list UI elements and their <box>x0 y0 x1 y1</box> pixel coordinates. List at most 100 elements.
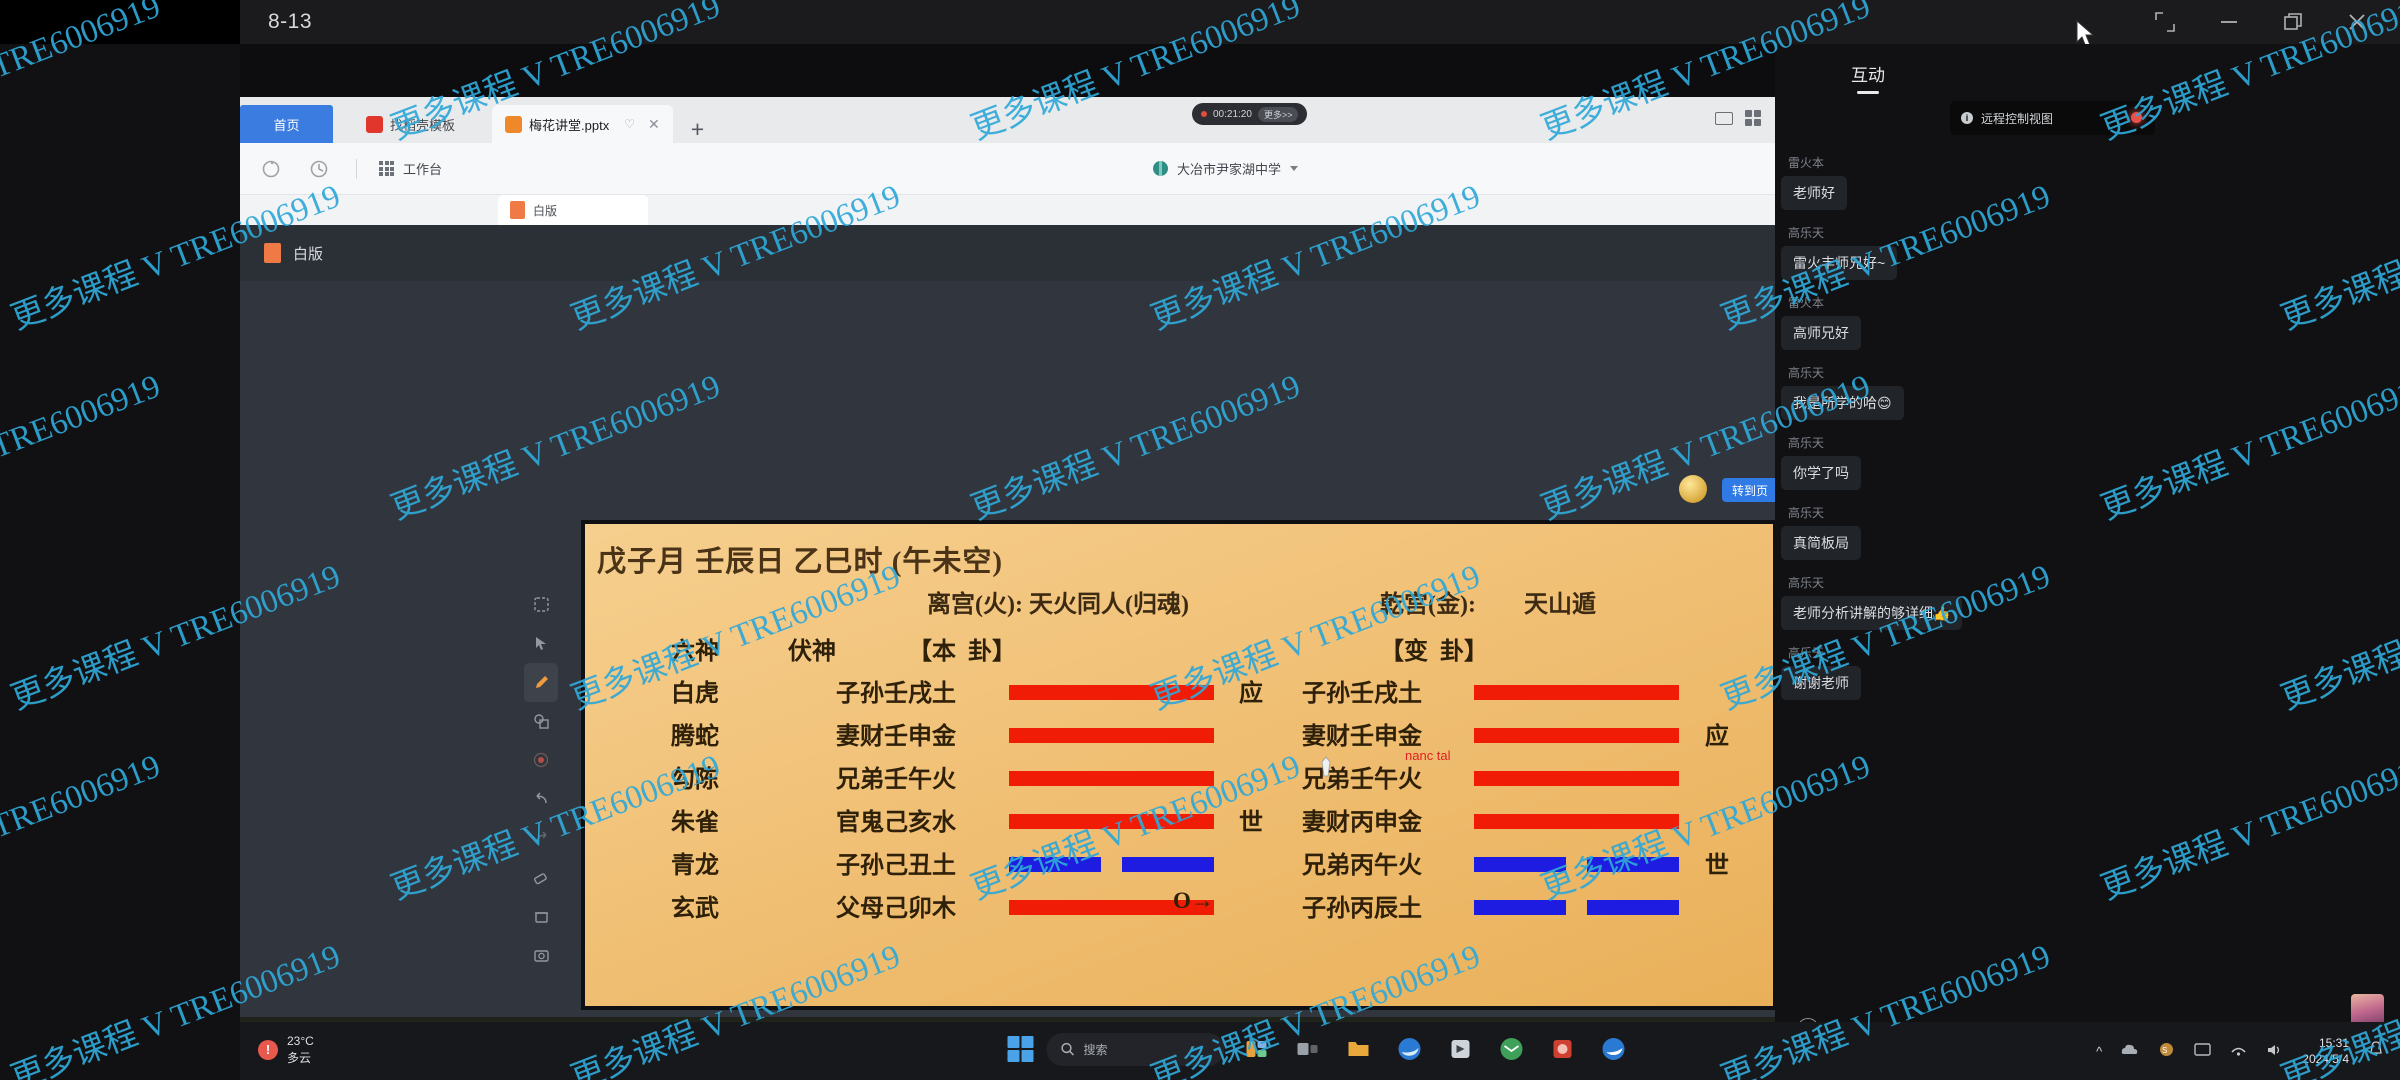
split-view-icon[interactable] <box>1715 111 1733 125</box>
media-icon[interactable] <box>1544 1030 1582 1068</box>
pen-tool-icon[interactable] <box>524 663 558 702</box>
tab-interaction[interactable]: 互动 <box>1851 61 1885 94</box>
chat-message: 高乐天 谢谢老师 <box>1775 644 2400 700</box>
screenshot-icon[interactable] <box>2194 1042 2211 1060</box>
host-clock-time: 15:31 <box>2318 1035 2349 1050</box>
chat-bubble[interactable]: 老师好 <box>1781 176 1847 210</box>
tab-home-label: 首页 <box>273 117 300 133</box>
account-name: 大冶市尹家湖中学 <box>1177 162 1282 177</box>
ink-annotation-text: nanc tal <box>1405 748 1451 763</box>
goto-page-button[interactable]: 转到页 <box>1722 478 1775 502</box>
delete-icon[interactable] <box>524 897 558 936</box>
screenshot-tool-icon[interactable] <box>524 936 558 975</box>
edge-icon[interactable] <box>1391 1030 1429 1068</box>
chat-message-list[interactable]: 雷火本 老师好 高乐天 雷火丰师兄好~ 雷火本 高师兄好 高乐天 我是所学的哈😊… <box>1775 154 2400 992</box>
host-clock[interactable]: 15:31 2024/5/4 <box>2302 1035 2349 1067</box>
remote-control-label: 远程控制视图 <box>1981 111 2054 126</box>
weather-desc: 多云 <box>287 1050 312 1065</box>
store-icon[interactable] <box>1442 1030 1480 1068</box>
original-yao-name-cell: 兄弟壬午火 <box>836 767 956 793</box>
screen-share-viewport[interactable]: 首页 找稻壳模板 梅花讲堂.pptx ♡ ✕ + 00:21:20 更多>> 工… <box>240 44 1775 1029</box>
undo-icon[interactable] <box>524 780 558 819</box>
table-row[interactable]: 青龙 子孙己丑土 兄弟丙午火 世 <box>585 841 1773 884</box>
search-box[interactable]: 搜索 <box>1046 1032 1225 1066</box>
chevron-down-icon <box>1290 166 1299 171</box>
recording-more-button[interactable]: 更多>> <box>1257 106 1299 122</box>
weather-widget[interactable]: ! 23°C 多云 <box>258 1033 314 1067</box>
chat-bubble[interactable]: 高师兄好 <box>1781 316 1861 350</box>
chat-message: 雷火本 老师好 <box>1775 154 2400 210</box>
table-row[interactable]: 白虎 子孙壬戌土 应 子孙壬戌土 <box>585 669 1773 712</box>
original-yao-name-cell: 子孙壬戌土 <box>836 681 956 707</box>
grid-view-icon[interactable] <box>1745 110 1761 126</box>
yang-line-icon <box>1474 728 1679 743</box>
table-row[interactable]: 勾陈 兄弟壬午火 兄弟壬午火 <box>585 755 1773 798</box>
document-subtab[interactable]: 白版 <box>498 195 648 225</box>
restore-icon[interactable] <box>2280 9 2306 35</box>
chat-bubble[interactable]: 雷火丰师兄好~ <box>1781 246 1898 280</box>
remote-control-view-button[interactable]: i 远程控制视图 <box>1950 101 2155 135</box>
tab-home[interactable]: 首页 <box>240 105 333 143</box>
close-icon[interactable] <box>2344 9 2370 35</box>
host-system-tray: ^ S 15:31 2024/5/4 <box>2096 1022 2384 1080</box>
chat-bubble[interactable]: 我是所学的哈😊 <box>1781 386 1904 420</box>
close-tab-icon[interactable]: ✕ <box>648 116 660 133</box>
chat-author: 雷火本 <box>1788 156 1825 170</box>
original-yao-name-cell: 子孙己丑土 <box>836 853 956 879</box>
minimize-icon[interactable] <box>2216 9 2242 35</box>
new-tab-button[interactable]: + <box>691 116 704 143</box>
history-icon[interactable] <box>308 158 330 180</box>
record-dot-icon <box>1201 111 1207 117</box>
workbench-button[interactable]: 工作台 <box>379 159 442 178</box>
account-selector[interactable]: 大冶市尹家湖中学 <box>1153 159 1299 178</box>
chat-bubble[interactable]: 老师分析讲解的够详细👍 <box>1781 596 1963 630</box>
liushen-cell: 腾蛇 <box>671 724 719 750</box>
table-row[interactable]: 玄武 父母己卯木 O→ 子孙丙辰土 <box>585 884 1773 927</box>
taskview-icon[interactable] <box>1289 1030 1327 1068</box>
chevron-up-icon[interactable]: ^ <box>2096 1044 2102 1059</box>
table-row[interactable]: 腾蛇 妻财壬申金 妻财壬申金 应 <box>585 712 1773 755</box>
windows-start-icon[interactable] <box>1007 1036 1034 1062</box>
select-tool-icon[interactable] <box>524 585 558 624</box>
right-palace-label: 乾宫(金): 天山遁 <box>1380 592 1596 618</box>
network-icon[interactable] <box>2230 1043 2247 1060</box>
chat-message: 雷火本 高师兄好 <box>1775 294 2400 350</box>
shape-tool-icon[interactable] <box>524 702 558 741</box>
info-icon: i <box>1961 112 1973 124</box>
slide-canvas[interactable]: 戊子月 壬辰日 乙巳时 (午未空) 离宫(火): 天火同人(归魂) 乾宫(金):… <box>581 520 1775 1010</box>
tab-presentation[interactable]: 梅花讲堂.pptx ♡ ✕ <box>492 105 673 143</box>
wps-tab-strip: 首页 找稻壳模板 梅花讲堂.pptx ♡ ✕ + <box>240 97 1775 143</box>
edge2-icon[interactable] <box>1595 1030 1633 1068</box>
mail-icon[interactable] <box>1493 1030 1531 1068</box>
reward-coin-icon[interactable] <box>1679 475 1707 503</box>
ime-icon[interactable]: S <box>2158 1042 2175 1060</box>
volume-icon[interactable] <box>2266 1043 2283 1060</box>
explorer-icon[interactable] <box>1340 1030 1378 1068</box>
watermark-text: 更多课程 V TRE6006919 <box>0 368 166 527</box>
chat-bubble[interactable]: 你学了吗 <box>1781 456 1861 490</box>
recording-indicator[interactable]: 00:21:20 更多>> <box>1192 103 1308 125</box>
eraser-tool-icon[interactable] <box>524 858 558 897</box>
tab-template-store[interactable]: 找稻壳模板 <box>353 105 468 143</box>
onedrive-icon[interactable] <box>2121 1043 2139 1060</box>
svg-text:S: S <box>2162 1046 2167 1055</box>
column-header-original-hexagram: 【本 卦】 <box>908 639 1016 665</box>
notification-icon[interactable] <box>2368 1041 2384 1061</box>
chat-bubble[interactable]: 真简板局 <box>1781 526 1861 560</box>
refresh-icon[interactable] <box>260 158 282 180</box>
table-row[interactable]: 朱雀 官鬼己亥水 世 妻财丙申金 <box>585 798 1773 841</box>
globe-icon <box>1153 161 1168 176</box>
column-header-fushen: 伏神 <box>788 639 836 665</box>
yang-line-icon <box>1474 771 1679 786</box>
redo-icon[interactable] <box>524 819 558 858</box>
expand-icon[interactable] <box>2152 9 2178 35</box>
host-windows-taskbar: ! 23°C 多云 搜索 ^ S 15:31 2024/5/4 <box>240 1022 2400 1080</box>
column-header-changed-hexagram: 【变 卦】 <box>1380 639 1488 665</box>
chat-message: 高乐天 你学了吗 <box>1775 434 2400 490</box>
original-position-mark: 世 <box>1239 810 1263 836</box>
cursor-tool-icon[interactable] <box>524 624 558 663</box>
favorite-icon[interactable]: ♡ <box>624 117 635 131</box>
chat-bubble[interactable]: 谢谢老师 <box>1781 666 1861 700</box>
laser-tool-icon[interactable] <box>524 741 558 780</box>
widgets-icon[interactable] <box>1238 1030 1276 1068</box>
